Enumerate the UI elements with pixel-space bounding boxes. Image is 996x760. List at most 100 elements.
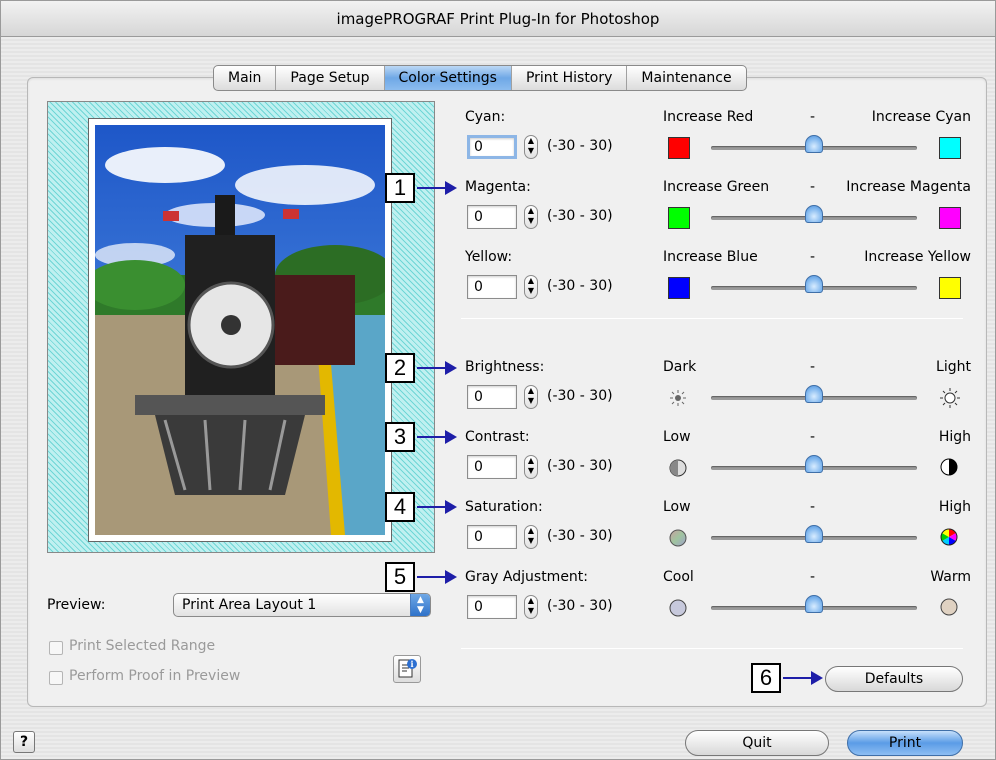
gray-adjustment-input[interactable]: 0 — [467, 595, 517, 619]
separator — [461, 318, 963, 319]
gray-adjustment-right-label: Warm — [930, 569, 971, 585]
saturation-range: (-30 - 30) — [547, 528, 613, 544]
magenta-right-label: Increase Magenta — [846, 179, 971, 195]
cyan-label: Cyan: — [465, 109, 506, 125]
window-title: imagePROGRAF Print Plug-In for Photoshop — [1, 1, 995, 37]
brightness-stepper[interactable]: ▲ ▼ — [524, 385, 538, 409]
arrow-right-icon — [445, 500, 457, 514]
svg-text:i: i — [410, 659, 413, 669]
cool-tone-icon — [668, 598, 688, 622]
callout-arrow — [417, 576, 447, 578]
magenta-left-label: Increase Green — [663, 179, 770, 195]
preview-label: Preview: — [47, 597, 106, 613]
yellow-left-label: Increase Blue — [663, 249, 758, 265]
magenta-left-swatch — [668, 207, 690, 229]
arrow-right-icon — [811, 671, 823, 685]
brightness-right-label: Light — [936, 359, 971, 375]
print-selected-range-checkbox[interactable] — [49, 641, 63, 655]
callout-3: 3 — [385, 422, 415, 452]
perform-proof-label: Perform Proof in Preview — [69, 668, 241, 684]
gray-adjustment-left-label: Cool — [663, 569, 694, 585]
separator — [461, 648, 963, 649]
tab-maintenance[interactable]: Maintenance — [627, 66, 745, 90]
yellow-input[interactable]: 0 — [467, 275, 517, 299]
cyan-left-swatch — [668, 137, 690, 159]
callout-2: 2 — [385, 353, 415, 383]
callout-arrow — [417, 506, 447, 508]
preview-select[interactable]: Print Area Layout 1 ▲ ▼ — [173, 593, 431, 617]
magenta-label: Magenta: — [465, 179, 531, 195]
callout-arrow — [417, 436, 447, 438]
callout-arrow — [417, 367, 447, 369]
tab-main[interactable]: Main — [214, 66, 277, 90]
document-info-icon: i — [398, 659, 417, 678]
yellow-right-swatch — [939, 277, 961, 299]
help-icon[interactable]: ? — [13, 731, 35, 753]
saturation-label: Saturation: — [465, 499, 543, 515]
cyan-center-mark: - — [810, 109, 816, 125]
quit-button[interactable]: Quit — [685, 730, 829, 756]
magenta-input[interactable]: 0 — [467, 205, 517, 229]
cyan-stepper[interactable]: ▲ ▼ — [524, 135, 538, 159]
callout-5: 5 — [385, 562, 415, 592]
saturation-center-mark: - — [810, 499, 816, 515]
arrow-right-icon — [445, 181, 457, 195]
cyan-right-swatch — [939, 137, 961, 159]
yellow-stepper[interactable]: ▲ ▼ — [524, 275, 538, 299]
contrast-range: (-30 - 30) — [547, 458, 613, 474]
saturation-right-label: High — [938, 499, 971, 515]
callout-1: 1 — [385, 173, 415, 203]
saturation-stepper[interactable]: ▲ ▼ — [524, 525, 538, 549]
magenta-stepper[interactable]: ▲ ▼ — [524, 205, 538, 229]
gray-adjustment-label: Gray Adjustment: — [465, 569, 589, 585]
low-saturation-icon — [668, 528, 688, 552]
preview-area — [47, 101, 435, 553]
cyan-range: (-30 - 30) — [547, 138, 613, 154]
contrast-slider-thumb[interactable] — [805, 455, 823, 473]
gray-adjustment-slider-thumb[interactable] — [805, 595, 823, 613]
contrast-right-label: High — [938, 429, 971, 445]
arrow-right-icon — [445, 430, 457, 444]
low-contrast-icon — [668, 458, 688, 482]
magenta-range: (-30 - 30) — [547, 208, 613, 224]
saturation-input[interactable]: 0 — [467, 525, 517, 549]
yellow-right-label: Increase Yellow — [864, 249, 971, 265]
yellow-left-swatch — [668, 277, 690, 299]
tab-color-settings[interactable]: Color Settings — [384, 66, 512, 90]
info-button[interactable]: i — [393, 655, 421, 683]
print-selected-range-label: Print Selected Range — [69, 638, 216, 654]
preview-photo — [95, 125, 385, 535]
arrow-right-icon — [445, 361, 457, 375]
yellow-label: Yellow: — [465, 249, 513, 265]
cyan-input[interactable]: 0 — [467, 135, 517, 159]
arrow-right-icon — [445, 570, 457, 584]
magenta-slider-thumb[interactable] — [805, 205, 823, 223]
magenta-right-swatch — [939, 207, 961, 229]
tab-print-history[interactable]: Print History — [512, 66, 628, 90]
tab-bar: Main Page Setup Color Settings Print His… — [213, 65, 747, 91]
yellow-range: (-30 - 30) — [547, 278, 613, 294]
callout-6: 6 — [751, 663, 781, 693]
brightness-slider-thumb[interactable] — [805, 385, 823, 403]
brightness-range: (-30 - 30) — [547, 388, 613, 404]
saturation-slider-thumb[interactable] — [805, 525, 823, 543]
dim-sun-icon — [668, 388, 688, 412]
perform-proof-checkbox[interactable] — [49, 671, 63, 685]
contrast-stepper[interactable]: ▲ ▼ — [524, 455, 538, 479]
cyan-slider-thumb[interactable] — [805, 135, 823, 153]
brightness-input[interactable]: 0 — [467, 385, 517, 409]
bright-sun-icon — [939, 387, 961, 413]
yellow-slider-thumb[interactable] — [805, 275, 823, 293]
tab-page-setup[interactable]: Page Setup — [276, 66, 385, 90]
print-button[interactable]: Print — [847, 730, 963, 756]
preview-select-value: Print Area Layout 1 — [182, 597, 317, 613]
contrast-input[interactable]: 0 — [467, 455, 517, 479]
saturation-left-label: Low — [663, 499, 691, 515]
high-contrast-icon — [939, 457, 959, 481]
select-arrows-icon: ▲ ▼ — [410, 594, 430, 616]
gray-adjustment-stepper[interactable]: ▲ ▼ — [524, 595, 538, 619]
cyan-left-label: Increase Red — [663, 109, 754, 125]
preview-paper — [88, 118, 392, 542]
warm-tone-icon — [939, 597, 959, 621]
defaults-button[interactable]: Defaults — [825, 666, 963, 692]
